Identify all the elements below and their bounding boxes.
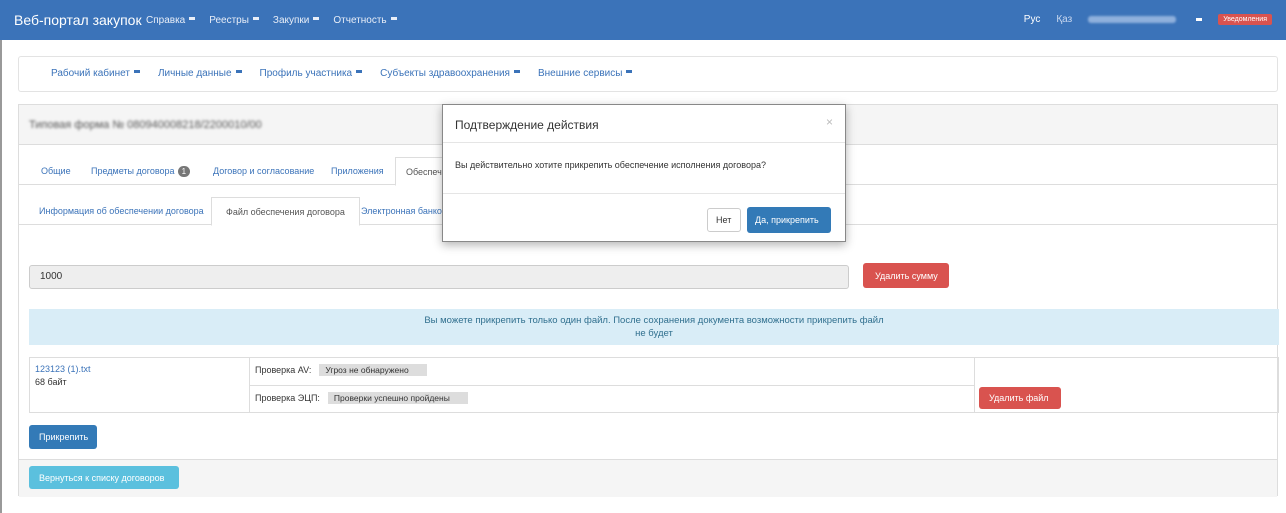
- caret-down-icon: [313, 17, 320, 20]
- confirm-dialog: Подтверждение действия × Вы действительн…: [442, 104, 846, 242]
- tab-subjects[interactable]: Предметы договора 1: [81, 157, 200, 185]
- tab-contract[interactable]: Договор и согласование: [203, 157, 324, 185]
- av-check-row: Проверка AV: Угроз не обнаружено: [255, 364, 427, 376]
- nav-profile[interactable]: Профиль участника: [260, 68, 363, 79]
- main-menu: Справка Реестры Закупки Отчетность: [146, 15, 397, 26]
- dialog-divider: [443, 193, 845, 194]
- nav-external[interactable]: Внешние сервисы: [538, 68, 633, 79]
- menu-registries[interactable]: Реестры: [209, 15, 259, 26]
- topbar-right: Рус Қаз Уведомления: [1024, 14, 1272, 25]
- confirm-attach-button[interactable]: Да, прикрепить: [747, 207, 831, 233]
- user-name-blurred[interactable]: [1088, 16, 1177, 23]
- dialog-header: Подтверждение действия ×: [443, 105, 845, 143]
- file-table: 123123 (1).txt 68 байт Проверка AV: Угроз…: [29, 357, 1279, 413]
- caret-down-icon: [133, 70, 140, 73]
- top-navbar: Веб-портал закупок Справка Реестры Закуп…: [0, 0, 1286, 40]
- back-to-list-button[interactable]: Вернуться к списку договоров: [29, 466, 179, 489]
- nav-personal[interactable]: Личные данные: [158, 68, 242, 79]
- nav-cabinet[interactable]: Рабочий кабинет: [51, 68, 140, 79]
- notifications-button[interactable]: Уведомления: [1218, 14, 1272, 25]
- delete-file-button[interactable]: Удалить файл: [979, 387, 1061, 409]
- caret-down-icon: [626, 70, 633, 73]
- caret-down-icon: [252, 17, 259, 20]
- delete-amount-button[interactable]: Удалить сумму: [863, 263, 949, 288]
- dialog-title: Подтверждение действия: [455, 118, 599, 132]
- nav-health[interactable]: Субъекты здравоохранения: [380, 68, 520, 79]
- sign-status: Проверки успешно пройдены: [327, 392, 468, 404]
- count-badge: 1: [177, 166, 191, 177]
- brand-link[interactable]: Веб-портал закупок: [14, 12, 142, 28]
- close-icon[interactable]: ×: [826, 115, 833, 129]
- no-button[interactable]: Нет: [707, 208, 741, 232]
- subtab-info[interactable]: Информация об обеспечении договора: [29, 197, 214, 225]
- caret-down-icon: [390, 17, 397, 20]
- subtab-file[interactable]: Файл обеспечения договора: [211, 197, 360, 226]
- caret-down-icon: [235, 70, 242, 73]
- menu-purchases[interactable]: Закупки: [273, 15, 320, 26]
- tab-attachments[interactable]: Приложения: [321, 157, 394, 185]
- cabinet-nav: Рабочий кабинет Личные данные Профиль уч…: [18, 56, 1278, 92]
- lang-ru-link[interactable]: Рус: [1024, 14, 1041, 25]
- amount-input[interactable]: 1000: [29, 265, 849, 289]
- file-size: 68 байт: [35, 377, 67, 387]
- caret-down-icon: [513, 70, 520, 73]
- lang-kz-link[interactable]: Қаз: [1056, 14, 1072, 25]
- info-alert: Вы можете прикрепить только один файл. П…: [29, 309, 1279, 345]
- page-title: Типовая форма № 080940008218/2200010/00: [29, 119, 262, 131]
- panel-footer: Вернуться к списку договоров: [19, 459, 1277, 497]
- tab-general[interactable]: Общие: [31, 157, 81, 185]
- attach-button[interactable]: Прикрепить: [29, 425, 97, 449]
- dialog-message: Вы действительно хотите прикрепить обесп…: [455, 160, 766, 170]
- caret-down-icon: [356, 70, 363, 73]
- file-link[interactable]: 123123 (1).txt: [35, 364, 91, 374]
- sign-check-row: Проверка ЭЦП: Проверки успешно пройдены: [255, 392, 468, 404]
- menu-help[interactable]: Справка: [146, 15, 196, 26]
- av-status: Угроз не обнаружено: [319, 364, 427, 376]
- caret-down-icon: [189, 17, 196, 20]
- caret-down-icon[interactable]: [1196, 18, 1203, 21]
- menu-reports[interactable]: Отчетность: [333, 15, 397, 26]
